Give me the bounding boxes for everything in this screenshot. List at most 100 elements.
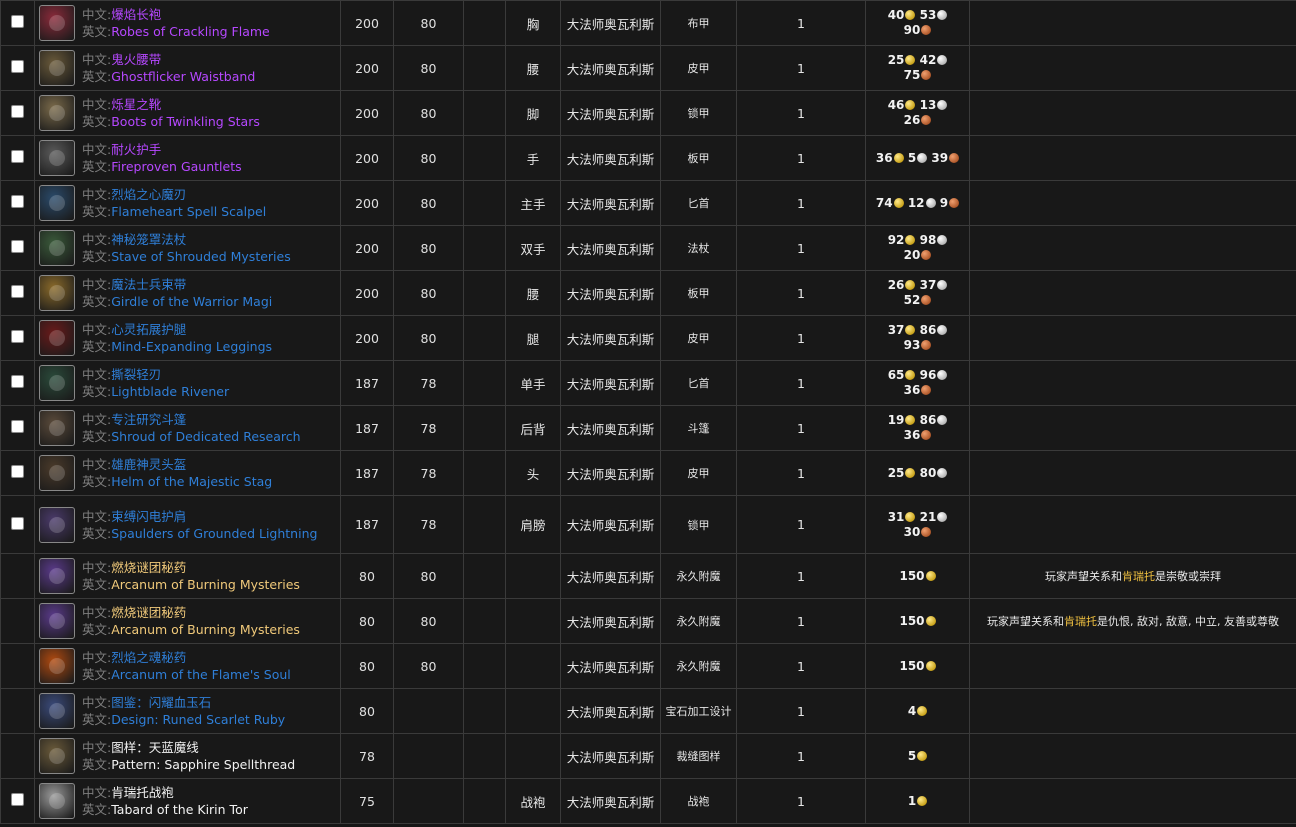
row-checkbox[interactable] <box>11 330 24 343</box>
row-checkbox[interactable] <box>11 60 24 73</box>
row-checkbox[interactable] <box>11 195 24 208</box>
item-name-en[interactable]: Fireproven Gauntlets <box>111 159 241 174</box>
item-name-cn[interactable]: 束缚闪电护肩 <box>111 509 186 524</box>
spaulders-icon[interactable] <box>39 506 75 543</box>
item-name-cn[interactable]: 肯瑞托战袍 <box>111 785 174 800</box>
arcanum-icon[interactable] <box>39 603 75 639</box>
item-name-cn[interactable]: 耐火护手 <box>111 142 161 157</box>
item-name-en[interactable]: Mind-Expanding Leggings <box>111 339 272 354</box>
item-name-en[interactable]: Tabard of the Kirin Tor <box>111 802 248 817</box>
item-name-en[interactable]: Lightblade Rivener <box>111 384 229 399</box>
row-checkbox[interactable] <box>11 375 24 388</box>
vendor-source[interactable]: 大法师奥瓦利斯 <box>560 180 661 226</box>
vendor-source[interactable]: 大法师奥瓦利斯 <box>560 270 661 316</box>
label-en: 英文: <box>82 294 112 309</box>
vendor-source[interactable]: 大法师奥瓦利斯 <box>560 598 661 644</box>
item-name-en[interactable]: Design: Runed Scarlet Ruby <box>111 712 285 727</box>
row-checkbox[interactable] <box>11 105 24 118</box>
select-cell <box>0 315 35 361</box>
scroll-icon[interactable] <box>39 693 75 729</box>
vendor-source[interactable]: 大法师奥瓦利斯 <box>560 450 661 496</box>
item-name-cn[interactable]: 心灵拓展护腿 <box>111 322 186 337</box>
girdle-icon[interactable] <box>39 275 75 311</box>
row-checkbox[interactable] <box>11 240 24 253</box>
arcanum-icon[interactable] <box>39 558 75 594</box>
gold-coin-icon <box>905 370 916 380</box>
item-name-cn[interactable]: 爆焰长袍 <box>111 7 161 22</box>
cloak-icon[interactable] <box>39 410 75 446</box>
required-level: 78 <box>393 450 464 496</box>
price-value: 36 <box>875 150 893 165</box>
required-level: 78 <box>393 495 464 554</box>
row-checkbox[interactable] <box>11 150 24 163</box>
item-name-en[interactable]: Robes of Crackling Flame <box>111 24 270 39</box>
vendor-source[interactable]: 大法师奥瓦利斯 <box>560 90 661 136</box>
helm-icon[interactable] <box>39 455 75 491</box>
price-value: 53 <box>919 8 937 22</box>
item-name-cn[interactable]: 烈焰之心魔刃 <box>111 187 186 202</box>
item-name-en[interactable]: Arcanum of Burning Mysteries <box>111 577 300 592</box>
item-name-en[interactable]: Flameheart Spell Scalpel <box>111 204 266 219</box>
item-name-en[interactable]: Arcanum of the Flame's Soul <box>111 667 291 682</box>
item-name-en[interactable]: Helm of the Majestic Stag <box>111 474 272 489</box>
vendor-source[interactable]: 大法师奥瓦利斯 <box>560 495 661 554</box>
table-row: 中文:烁星之靴 英文:Boots of Twinkling Stars 200 80 脚… <box>0 90 1296 136</box>
gauntlets-icon[interactable] <box>39 140 75 176</box>
vendor-source[interactable]: 大法师奥瓦利斯 <box>560 688 661 734</box>
flame-soul-icon[interactable] <box>39 648 75 684</box>
vendor-source[interactable]: 大法师奥瓦利斯 <box>560 553 661 599</box>
item-name-cn[interactable]: 鬼火腰带 <box>111 52 161 67</box>
vendor-source[interactable]: 大法师奥瓦利斯 <box>560 0 661 46</box>
vendor-source[interactable]: 大法师奥瓦利斯 <box>560 135 661 181</box>
row-checkbox[interactable] <box>11 793 24 806</box>
vendor-source[interactable]: 大法师奥瓦利斯 <box>560 643 661 689</box>
item-name-cn[interactable]: 魔法士兵束带 <box>111 277 186 292</box>
vendor-source[interactable]: 大法师奥瓦利斯 <box>560 360 661 406</box>
item-level: 187 <box>340 495 394 554</box>
item-name-en[interactable]: Ghostflicker Waistband <box>111 69 255 84</box>
item-name-en[interactable]: Pattern: Sapphire Spellthread <box>111 757 295 772</box>
item-name-cn[interactable]: 图鉴：闪耀血玉石 <box>111 695 211 710</box>
item-name-cn[interactable]: 图样：天蓝魔线 <box>111 740 199 755</box>
requirement-note <box>969 450 1296 496</box>
boots-icon[interactable] <box>39 95 75 131</box>
scalpel-icon[interactable] <box>39 185 75 221</box>
vendor-source[interactable]: 大法师奥瓦利斯 <box>560 315 661 361</box>
dagger-icon[interactable] <box>39 365 75 401</box>
item-name-cn[interactable]: 燃烧谜团秘药 <box>111 605 186 620</box>
vendor-source[interactable]: 大法师奥瓦利斯 <box>560 733 661 779</box>
row-checkbox[interactable] <box>11 15 24 28</box>
item-name-cn[interactable]: 雄鹿神灵头盔 <box>111 457 186 472</box>
vendor-source[interactable]: 大法师奥瓦利斯 <box>560 405 661 451</box>
label-en: 英文: <box>82 667 112 682</box>
item-name-en[interactable]: Stave of Shrouded Mysteries <box>111 249 291 264</box>
item-name-en[interactable]: Spaulders of Grounded Lightning <box>111 526 317 541</box>
item-name-cn[interactable]: 烈焰之魂秘药 <box>111 650 186 665</box>
item-name-cn[interactable]: 烁星之靴 <box>111 97 161 112</box>
silver-coin-icon <box>925 197 936 208</box>
item-name-en[interactable]: Boots of Twinkling Stars <box>111 114 260 129</box>
leggings-icon[interactable] <box>39 320 75 356</box>
item-name-cn[interactable]: 撕裂轻刃 <box>111 367 161 382</box>
waistband-icon[interactable] <box>39 50 75 86</box>
item-name-cn[interactable]: 专注研究斗篷 <box>111 412 186 427</box>
item-name-en[interactable]: Girdle of the Warrior Magi <box>111 294 272 309</box>
pattern-icon[interactable] <box>39 738 75 774</box>
tabard-icon[interactable] <box>39 783 75 819</box>
vendor-source[interactable]: 大法师奥瓦利斯 <box>560 45 661 91</box>
item-name-en[interactable]: Shroud of Dedicated Research <box>111 429 300 444</box>
robe-icon[interactable] <box>39 5 75 41</box>
row-checkbox[interactable] <box>11 516 24 530</box>
row-checkbox[interactable] <box>11 465 24 478</box>
item-name-cn[interactable]: 神秘笼罩法杖 <box>111 232 186 247</box>
row-checkbox[interactable] <box>11 420 24 433</box>
item-level: 80 <box>340 598 394 644</box>
vendor-source[interactable]: 大法师奥瓦利斯 <box>560 778 661 824</box>
vendor-source[interactable]: 大法师奥瓦利斯 <box>560 225 661 271</box>
required-level: 80 <box>393 180 464 226</box>
row-checkbox[interactable] <box>11 285 24 298</box>
item-name-en[interactable]: Arcanum of Burning Mysteries <box>111 622 300 637</box>
staff-icon[interactable] <box>39 230 75 266</box>
item-name-cn[interactable]: 燃烧谜团秘药 <box>111 560 186 575</box>
price-value: 52 <box>903 293 921 307</box>
